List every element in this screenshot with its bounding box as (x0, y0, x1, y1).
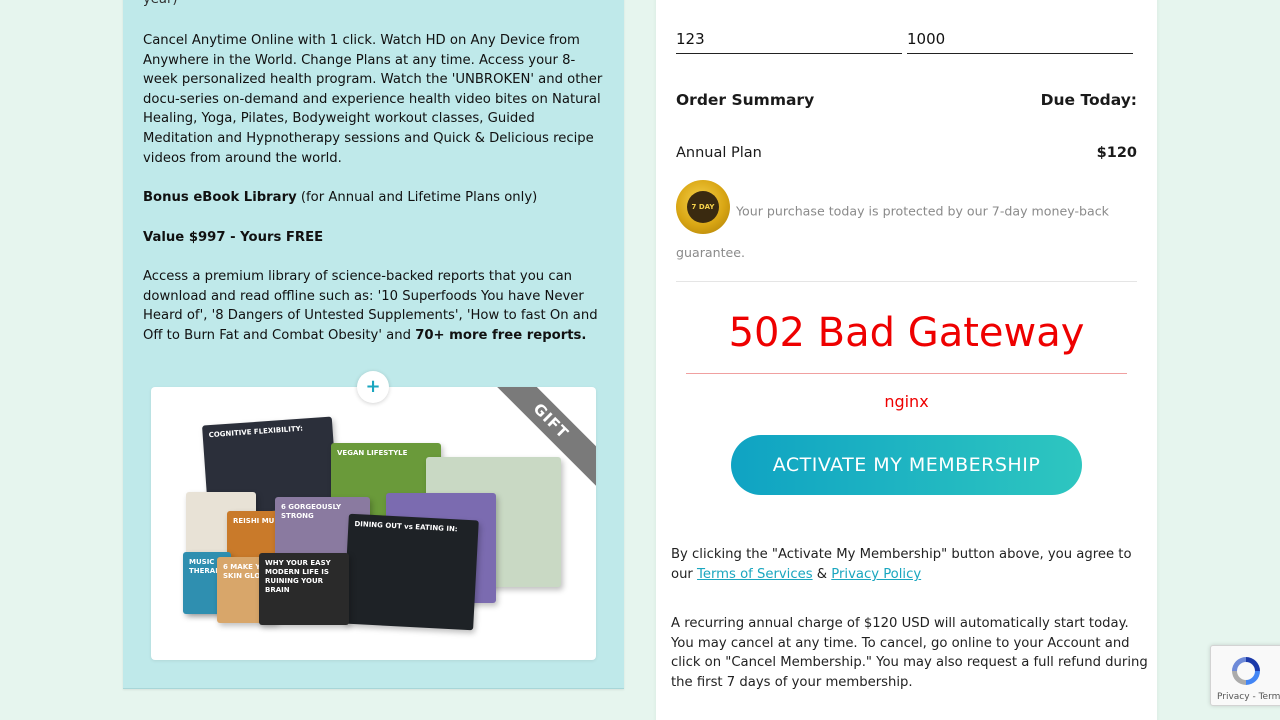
value-line: Value $997 - Yours FREE (143, 230, 324, 245)
order-line-item: Annual Plan $120 (676, 145, 1137, 161)
recaptcha-terms-link[interactable]: Terms (1259, 692, 1280, 702)
expand-plus-button[interactable]: + (357, 371, 389, 403)
guarantee-text: Your purchase today is protected by our … (676, 203, 1109, 261)
due-today-label: Due Today: (1040, 91, 1137, 109)
divider (676, 281, 1137, 282)
money-back-badge-icon: 7 DAY (676, 180, 730, 234)
recaptcha-badge[interactable]: Privacy - Terms (1210, 645, 1280, 706)
library-description: Access a premium library of science-back… (143, 267, 603, 345)
plan-name: Annual Plan (676, 145, 762, 161)
error-server-name: nginx (884, 392, 929, 411)
bonus-note: (for Annual and Lifetime Plans only) (296, 190, 538, 205)
plan-duration-fragment: year) (143, 0, 603, 10)
library-more: 70+ more free reports. (415, 327, 587, 343)
terms-agreement: By clicking the "Activate My Membership"… (671, 545, 1151, 585)
plan-description: Cancel Anytime Online with 1 click. Watc… (143, 33, 603, 166)
ebook-library-image: GIFT COGNITIVE FLEXIBILITY: VEGAN LIFEST… (151, 387, 596, 660)
order-summary-label: Order Summary (676, 91, 815, 109)
recaptcha-privacy-link[interactable]: Privacy (1217, 692, 1250, 702)
plan-details-panel: year) Cancel Anytime Online with 1 click… (123, 0, 624, 689)
recaptcha-icon (1232, 657, 1260, 685)
ebook-cover: WHY YOUR EASY MODERN LIFE IS RUINING YOU… (259, 553, 349, 625)
amp-text: & (812, 567, 832, 582)
bonus-heading: Bonus eBook Library (for Annual and Life… (143, 188, 603, 208)
activate-membership-button[interactable]: ACTIVATE MY MEMBERSHIP (731, 435, 1082, 495)
error-divider (686, 373, 1127, 374)
ebook-cover: DINING OUT vs EATING IN: (343, 513, 479, 631)
checkout-panel: Order Summary Due Today: Annual Plan $12… (656, 0, 1157, 720)
recurring-charge-notice: A recurring annual charge of $120 USD wi… (671, 616, 1148, 690)
money-back-guarantee: 7 DAY Your purchase today is protected b… (676, 180, 1137, 271)
bonus-title: Bonus eBook Library (143, 190, 297, 205)
cvv-field[interactable] (676, 25, 902, 54)
error-title: 502 Bad Gateway (728, 310, 1085, 356)
zip-code-field[interactable] (907, 25, 1133, 54)
order-summary-header: Order Summary Due Today: (676, 91, 1137, 109)
terms-link[interactable]: Terms of Services (697, 567, 813, 582)
privacy-link[interactable]: Privacy Policy (831, 567, 921, 582)
recaptcha-links: Privacy - Terms (1217, 692, 1280, 702)
plan-price: $120 (1096, 145, 1137, 161)
